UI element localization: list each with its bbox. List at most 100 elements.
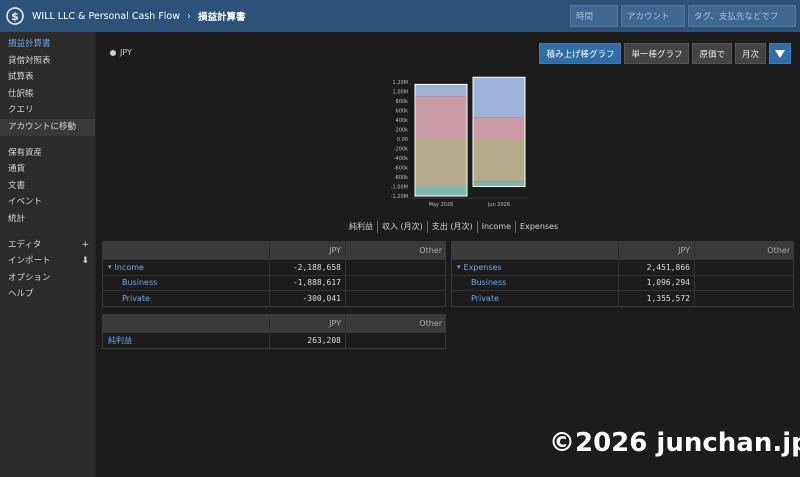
app-logo-icon[interactable]: $ <box>4 5 26 27</box>
bar-segment[interactable] <box>473 117 525 139</box>
add-icon[interactable]: + <box>81 237 89 254</box>
tag-filter-input[interactable]: タグ、支払先などでフ <box>688 5 796 27</box>
other-cell <box>695 291 793 306</box>
at-cost-button[interactable]: 原価で <box>692 43 732 64</box>
account-link[interactable]: Expenses <box>464 263 502 272</box>
table-row: Business 1,096,294 <box>452 274 793 291</box>
sidebar-item-label: インポート <box>8 256 51 267</box>
chart-legend[interactable]: JPY <box>110 48 132 57</box>
account-link[interactable]: Private <box>471 294 499 303</box>
tab-income[interactable]: Income <box>478 221 517 233</box>
sidebar-item-documents[interactable]: 文書 <box>0 178 95 195</box>
sidebar-item-events[interactable]: イベント <box>0 194 95 211</box>
amount-cell: 263,208 <box>270 333 346 348</box>
y-tick-label: -200k <box>394 147 408 153</box>
expenses-table: JPY Other ▾ Expenses 2,451,866 Business … <box>451 241 794 307</box>
account-link[interactable]: Business <box>471 278 506 287</box>
amount-cell: 1,096,294 <box>619 275 695 290</box>
sidebar-item-query[interactable]: クエリ <box>0 102 95 119</box>
stacked-bar-button[interactable]: 積み上げ棒グラフ <box>539 43 622 64</box>
account-link[interactable]: Income <box>115 263 144 272</box>
bar-segment[interactable] <box>415 186 467 197</box>
sidebar-item-go-to-account[interactable]: アカウントに移動 <box>0 118 95 136</box>
watermark: ©2026 junchan.jp <box>549 428 800 458</box>
tab-income-monthly[interactable]: 収入 (月次) <box>378 221 428 233</box>
other-cell <box>695 260 793 275</box>
y-tick-label: 1.20M <box>393 80 408 86</box>
chart-tabs: 純利益 収入 (月次) 支出 (月次) Income Expenses <box>345 221 562 233</box>
account-link[interactable]: 純利益 <box>108 335 132 346</box>
amount-cell: -2,188,658 <box>270 260 346 275</box>
sidebar-item-import[interactable]: インポート ⬇ <box>0 253 95 270</box>
other-cell <box>695 276 793 291</box>
account-filter-input[interactable]: アカウント <box>621 5 685 27</box>
account-link[interactable]: Private <box>122 294 150 303</box>
sidebar: 損益計算書 貸借対照表 試算表 仕訳帳 クエリ アカウントに移動 保有資産 通貨… <box>0 32 96 477</box>
tab-net-profit[interactable]: 純利益 <box>345 221 378 233</box>
y-tick-label: 400k <box>396 118 409 124</box>
column-other[interactable]: Other <box>346 242 445 259</box>
amount-cell: 1,355,572 <box>619 291 695 306</box>
y-tick-label: 1.00M <box>393 90 408 96</box>
legend-label: JPY <box>120 48 132 57</box>
page-title: 損益計算書 <box>198 12 246 23</box>
download-icon[interactable]: ⬇ <box>81 253 89 270</box>
column-other[interactable]: Other <box>695 242 793 259</box>
bar-segment[interactable] <box>415 96 467 139</box>
table-header: JPY Other <box>103 242 445 259</box>
table-row: Private 1,355,572 <box>452 290 793 306</box>
breadcrumb-separator: › <box>187 10 192 22</box>
sidebar-item-income-statement[interactable]: 損益計算書 <box>0 36 95 53</box>
sidebar-item-label: エディタ <box>8 239 42 250</box>
time-filter-input[interactable]: 時間 <box>570 5 618 27</box>
sidebar-item-statistics[interactable]: 統計 <box>0 211 95 228</box>
y-tick-label: 600k <box>396 109 409 115</box>
collapse-caret-icon[interactable]: ▾ <box>457 263 461 271</box>
sidebar-item-help[interactable]: ヘルプ <box>0 286 95 303</box>
other-cell <box>346 260 445 275</box>
table-row: ▾ Income -2,188,658 <box>103 259 445 275</box>
bar-segment[interactable] <box>473 181 525 187</box>
chart-toolbar: 積み上げ棒グラフ 単一棒グラフ 原価で 月次 <box>539 43 791 64</box>
table-row: ▾ Expenses 2,451,866 <box>452 259 793 275</box>
sidebar-item-holdings[interactable]: 保有資産 <box>0 145 95 162</box>
sidebar-item-editor[interactable]: エディタ + <box>0 237 95 254</box>
tab-expenses[interactable]: Expenses <box>516 221 562 233</box>
column-jpy[interactable]: JPY <box>270 315 346 332</box>
table-row: Business -1,888,617 <box>103 274 445 291</box>
account-link[interactable]: Business <box>122 278 157 287</box>
x-tick-label: May 2026 <box>429 202 454 208</box>
sidebar-item-trial-balance[interactable]: 試算表 <box>0 69 95 86</box>
column-jpy[interactable]: JPY <box>619 242 695 259</box>
stacked-bar-chart: 1.20M 1.00M 800k 600k 400k 200k 0.00 -200k -400k… <box>391 76 528 208</box>
y-tick-label: -400k <box>394 156 408 162</box>
column-jpy[interactable]: JPY <box>270 242 346 259</box>
app-title[interactable]: WILL LLC & Personal Cash Flow <box>32 11 180 22</box>
sidebar-item-balance-sheet[interactable]: 貸借対照表 <box>0 53 95 70</box>
y-tick-label: 0.00 <box>397 137 408 143</box>
bar-segment[interactable] <box>415 84 467 97</box>
sidebar-item-options[interactable]: オプション <box>0 270 95 287</box>
tab-expenses-monthly[interactable]: 支出 (月次) <box>428 221 478 233</box>
single-bar-button[interactable]: 単一棒グラフ <box>624 43 690 64</box>
monthly-button[interactable]: 月次 <box>734 43 766 64</box>
table-header: JPY Other <box>103 315 445 332</box>
sidebar-item-currencies[interactable]: 通貨 <box>0 161 95 178</box>
collapse-caret-icon[interactable]: ▾ <box>108 263 112 271</box>
y-tick-label: -1.20M <box>391 194 408 200</box>
amount-cell: -1,888,617 <box>270 275 346 290</box>
other-cell <box>346 276 445 291</box>
sidebar-item-journal[interactable]: 仕訳帳 <box>0 86 95 103</box>
bar-segment[interactable] <box>473 77 525 118</box>
legend-dot-icon <box>110 49 116 56</box>
y-tick-label: -600k <box>394 166 408 172</box>
main-content: JPY 積み上げ棒グラフ 単一棒グラフ 原価で 月次 1.20M 1.00M 800… <box>96 32 800 477</box>
bar-segment[interactable] <box>415 139 467 187</box>
x-tick-label: Jun 2026 <box>487 202 510 208</box>
top-bar: $ WILL LLC & Personal Cash Flow › 損益計算書 … <box>0 0 800 32</box>
other-cell <box>346 333 445 348</box>
column-other[interactable]: Other <box>346 315 445 332</box>
bar-segment[interactable] <box>473 139 525 182</box>
chart-type-toggle-icon[interactable] <box>769 43 791 64</box>
filter-inputs: 時間 アカウント タグ、支払先などでフ <box>570 5 796 27</box>
